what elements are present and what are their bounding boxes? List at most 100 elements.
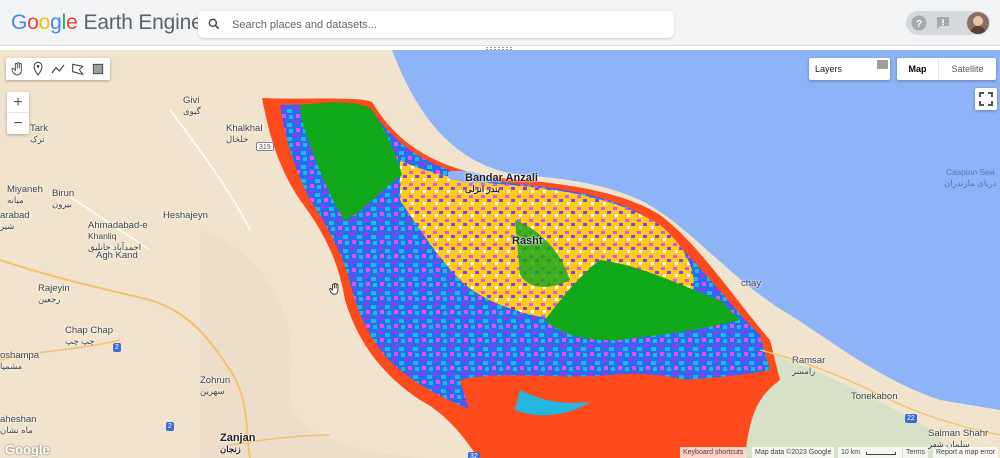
road-shield-2: 2 [166, 422, 174, 431]
logo-product-name: Earth Engine [83, 11, 203, 34]
map-label-zohrun: Zohrun سهرین [200, 375, 230, 397]
map-label-caspian-sea: Caspian Sea دریای مازندران [944, 167, 997, 189]
map-label-miyaneh: Miyaneh میانه [7, 184, 43, 206]
rectangle-icon[interactable] [90, 61, 106, 77]
map-label-chay: chay [741, 278, 762, 289]
search-bar[interactable] [198, 11, 674, 38]
search-icon [208, 18, 220, 30]
map-label-ahmadabad: Ahmadabad-e Khanliq احمدآباد خانلیق [88, 220, 148, 253]
keyboard-shortcuts-link[interactable]: Keyboard shortcuts [680, 447, 747, 458]
map-label-chap-chap: Chap Chap چپ چپ [65, 325, 113, 347]
point-icon[interactable] [30, 61, 46, 77]
help-icon[interactable]: ? [910, 14, 928, 32]
fullscreen-button[interactable] [975, 88, 997, 110]
label-text-fa: سهرین [200, 386, 225, 396]
label-text: Rajeyin [38, 283, 70, 294]
map-label-givi: Givi گیوی [183, 95, 201, 117]
terms-link[interactable]: Terms [903, 447, 929, 458]
report-map-error-link[interactable]: Report a map error [933, 447, 999, 458]
layers-dropdown[interactable]: Layers [809, 58, 890, 80]
app-header: GoogleEarth Engine ? [0, 0, 1000, 46]
road-shield-319: 319 [256, 142, 274, 151]
map-label-agh-kand: Agh Kand [96, 250, 138, 261]
map-canvas[interactable]: Tark ترک Givi گیوی Khalkhal خلخال Miyaneh می… [0, 50, 1000, 458]
map-label-rasht: Rasht [512, 235, 543, 247]
label-text: Miyaneh [7, 184, 43, 195]
label-text: Khanliq [88, 231, 117, 241]
label-text: oshampa [0, 350, 40, 361]
label-text: Zanjan [220, 432, 256, 444]
map-label-zanjan: Zanjan زنجان [220, 433, 255, 455]
google-map-logo: Google [5, 442, 50, 457]
label-text-fa: دریای مازندران [944, 178, 997, 188]
label-text: Tark [30, 123, 48, 134]
label-text-fa: ترک [30, 134, 45, 144]
label-text: Bandar Anzali [465, 172, 538, 184]
label-text-fa: رامسر [792, 366, 816, 376]
hand-cursor-icon [329, 283, 339, 295]
zoom-control: + − [7, 92, 29, 134]
label-text-fa: چپ چپ [65, 336, 95, 346]
header-actions: ? [906, 11, 990, 35]
svg-text:?: ? [916, 18, 922, 30]
fullscreen-icon [979, 92, 993, 106]
label-text: Chap Chap [65, 325, 114, 336]
zoom-in-button[interactable]: + [7, 92, 29, 113]
layers-label: Layers [815, 64, 843, 74]
map-type-satellite-button[interactable]: Satellite [939, 58, 996, 80]
label-text: arabad [0, 210, 30, 221]
label-text: aheshan [0, 414, 37, 425]
map-label-oshampa: oshampa مشمپا [0, 350, 39, 372]
label-text-fa: میانه [7, 195, 24, 205]
logo-letter: o [38, 11, 51, 34]
map-label-maheshan: aheshan ماه نشان [0, 414, 36, 436]
map-label-ramsar: Ramsar رامسر [792, 355, 825, 377]
label-text: Zohrun [200, 375, 231, 386]
scale-label: 10 km [841, 449, 861, 456]
label-text: Khalkhal [226, 123, 263, 134]
label-text-fa: رجعین [38, 294, 61, 304]
map-label-heshajeyn: Heshajeyn [163, 210, 208, 221]
label-text-fa: شیر [0, 221, 15, 231]
layers-toggle-icon [877, 60, 888, 69]
label-text-fa: زنجان [220, 444, 241, 454]
label-text: Givi [183, 95, 200, 106]
avatar[interactable] [967, 12, 989, 34]
label-text-fa: گیوی [183, 106, 201, 116]
label-text: Ahmadabad-e [88, 220, 148, 231]
map-data-attribution: Map data ©2023 Google [752, 447, 835, 458]
map-base-layer [0, 50, 1000, 458]
logo-letter: e [66, 11, 78, 34]
line-icon[interactable] [50, 61, 66, 77]
map-label-tonekabon: Tonekabon [851, 391, 898, 402]
drawing-toolbar [6, 58, 110, 80]
map-label-tark: Tark ترک [30, 123, 48, 145]
scale-line [866, 452, 896, 455]
label-text-fa: بندر انزلی [465, 184, 500, 194]
logo-letter: o [27, 11, 39, 34]
map-label-bandar-anzali: Bandar Anzali بندر انزلی [465, 173, 538, 195]
feedback-icon[interactable] [934, 14, 952, 32]
label-text-fa: بیرون [52, 199, 72, 209]
avatar-face [973, 16, 983, 26]
label-text: Ramsar [792, 355, 826, 366]
logo-letter: g [50, 11, 62, 34]
map-type-map-button[interactable]: Map [897, 58, 939, 80]
map-label-rajeyin: Rajeyin رجعین [38, 283, 70, 305]
road-shield-2: 2 [113, 343, 121, 352]
earth-engine-logo[interactable]: Google Earth Engine [11, 10, 203, 36]
label-text-fa: ماه نشان [0, 425, 33, 435]
label-text: Caspian Sea [945, 167, 995, 177]
road-shield-32: 32 [468, 452, 480, 458]
label-text-fa: مشمپا [0, 361, 23, 371]
scale-bar[interactable]: 10 km [838, 447, 902, 458]
hand-icon[interactable] [10, 61, 26, 77]
avatar-body [970, 26, 986, 34]
label-text: Birun [52, 188, 75, 199]
map-label-birun: Birun بیرون [52, 188, 74, 210]
map-label-arabad: arabad شیر [0, 210, 30, 232]
map-type-control: Map Satellite [897, 58, 996, 80]
search-input[interactable] [232, 15, 652, 34]
polygon-icon[interactable] [70, 61, 86, 77]
zoom-out-button[interactable]: − [7, 113, 29, 134]
